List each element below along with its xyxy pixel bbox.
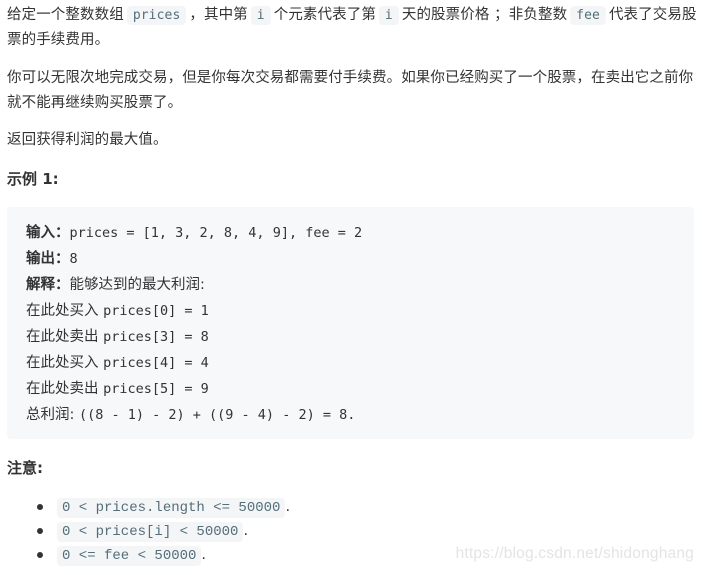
example-step: 在此处买入 prices[0] = 1 xyxy=(26,298,362,324)
description-paragraph-2: 你可以无限次地完成交易，但是你每次交易都需要付手续费。如果你已经购买了一个股票，… xyxy=(7,70,694,111)
constraint-item: 0 < prices[i] < 50000. xyxy=(7,519,290,543)
constraint-code: 0 < prices[i] < 50000 xyxy=(57,522,244,542)
notes-title: 注意: xyxy=(7,459,43,477)
step-action: 在此处买入 xyxy=(26,303,104,319)
example-input-line: 输入：prices = [1, 3, 2, 8, 4, 9], fee = 2 xyxy=(26,220,362,246)
example-step: 在此处卖出 prices[3] = 8 xyxy=(26,324,362,350)
watermark: https://blog.csdn.net/shidonghang xyxy=(455,545,694,562)
step-expr: prices[5] = 9 xyxy=(103,381,209,397)
constraint-item: 0 <= fee < 50000. xyxy=(7,543,290,567)
input-value: prices = [1, 3, 2, 8, 4, 9], fee = 2 xyxy=(69,225,363,241)
inline-code-i: i xyxy=(250,6,271,25)
constraints-list: 0 < prices.length <= 50000. 0 < prices[i… xyxy=(7,495,290,567)
constraint-suffix: . xyxy=(201,547,207,563)
output-label: 输出： xyxy=(26,251,70,267)
text: 个元素代表了第 xyxy=(273,7,376,23)
bullet-icon xyxy=(37,528,43,534)
inline-code-fee: fee xyxy=(570,6,606,25)
explain-label: 解释： xyxy=(26,277,70,293)
example-title: 示例 1: xyxy=(7,170,59,188)
step-expr: prices[4] = 4 xyxy=(103,355,209,371)
total-expr: ((8 - 1) - 2) + ((9 - 4) - 2) = 8. xyxy=(79,407,356,423)
input-label: 输入： xyxy=(26,225,70,241)
text: ，其中第 xyxy=(189,7,248,23)
description-paragraph-1: 给定一个整数数组 prices ，其中第 i 个元素代表了第 i 天的股票价格 ；非负整数 f… xyxy=(7,3,697,53)
total-label: 总利润: xyxy=(26,407,79,423)
constraint-code: 0 < prices.length <= 50000 xyxy=(57,498,286,518)
output-value: 8 xyxy=(69,251,78,267)
constraint-code: 0 <= fee < 50000 xyxy=(57,546,202,566)
example-step: 在此处卖出 prices[5] = 9 xyxy=(26,376,362,402)
bullet-icon xyxy=(37,552,43,558)
example-explain-line: 解释：能够达到的最大利润: xyxy=(26,272,362,298)
step-action: 在此处买入 xyxy=(26,355,104,371)
example-total-line: 总利润: ((8 - 1) - 2) + ((9 - 4) - 2) = 8. xyxy=(26,402,362,428)
constraint-suffix: . xyxy=(243,523,249,539)
bullet-icon xyxy=(37,504,43,510)
constraint-suffix: . xyxy=(285,499,291,515)
text: 给定一个整数数组 xyxy=(7,7,124,23)
example-code-block: 输入：prices = [1, 3, 2, 8, 4, 9], fee = 2 … xyxy=(7,207,694,439)
example-output-line: 输出：8 xyxy=(26,246,362,272)
step-action: 在此处卖出 xyxy=(26,381,104,397)
example-step: 在此处买入 prices[4] = 4 xyxy=(26,350,362,376)
step-action: 在此处卖出 xyxy=(26,329,104,345)
step-expr: prices[0] = 1 xyxy=(103,303,209,319)
step-expr: prices[3] = 8 xyxy=(103,329,209,345)
inline-code-i: i xyxy=(378,6,399,25)
text: 天的股票价格 ；非负整数 xyxy=(401,7,568,23)
description-paragraph-3: 返回获得利润的最大值。 xyxy=(7,132,168,148)
constraint-item: 0 < prices.length <= 50000. xyxy=(7,495,290,519)
inline-code-prices: prices xyxy=(126,6,187,25)
explain-text: 能够达到的最大利润: xyxy=(69,277,205,293)
